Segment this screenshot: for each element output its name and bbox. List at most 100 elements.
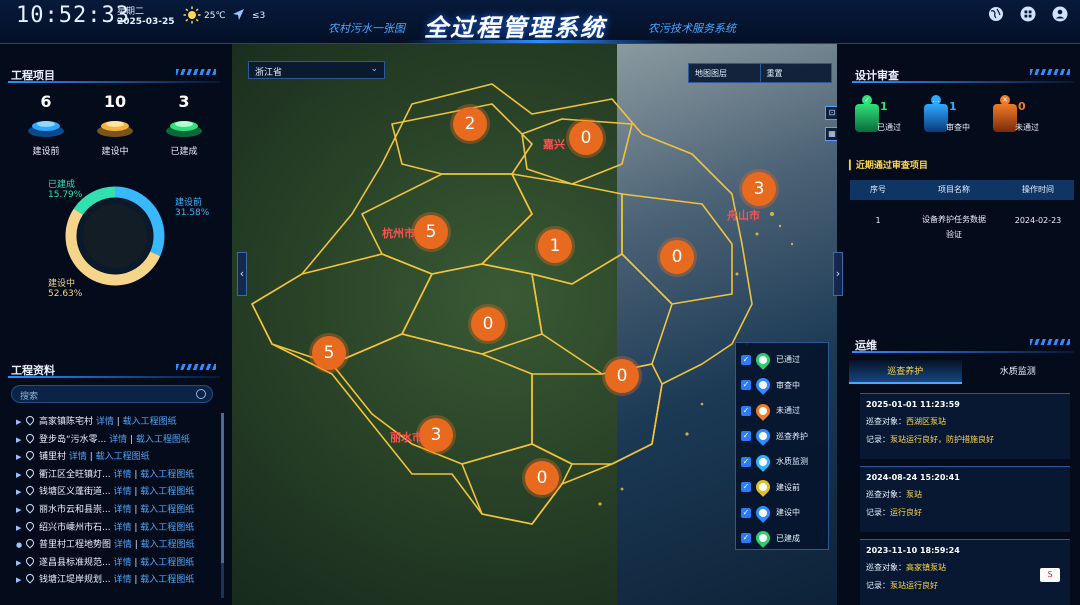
load-drawing-link[interactable]: 载入工程图纸 xyxy=(123,417,177,427)
zoom-extent-icon[interactable]: ⊡ xyxy=(825,106,837,120)
detail-link[interactable]: 详情 xyxy=(69,452,87,462)
om-record-card[interactable]: 2025-01-01 11:23:59 巡查对象：西湖区泵站 记录：泵站运行良好，防… xyxy=(860,393,1070,459)
grid-icon[interactable] xyxy=(1020,6,1036,22)
map-cluster-marker[interactable]: 0 xyxy=(471,307,505,341)
location-pin-icon xyxy=(24,519,36,532)
detail-link[interactable]: 详情 xyxy=(113,523,131,533)
legend-item-passed[interactable]: ✓ 已通过 xyxy=(741,347,823,373)
map-cluster-marker[interactable]: 0 xyxy=(605,359,639,393)
legend-item-water-quality[interactable]: ✓ 水质监测 xyxy=(741,449,823,475)
file-list-item[interactable]: ▶ 丽水市云和县崇... 详情 | 载入工程图纸 xyxy=(16,502,216,518)
load-drawing-link[interactable]: 载入工程图纸 xyxy=(136,435,190,445)
collapse-right-panel-button[interactable]: › xyxy=(833,252,843,296)
donut-label-completed: 已建成 15.79% xyxy=(48,180,82,200)
checkbox-checked-icon[interactable]: ✓ xyxy=(741,456,751,467)
checkbox-checked-icon[interactable]: ✓ xyxy=(741,405,751,416)
file-list-item[interactable]: ▶ 登步岛“污水零... 详情 | 载入工程图纸 xyxy=(16,431,216,448)
tab-water-quality[interactable]: 水质监测 xyxy=(962,360,1075,384)
tab-inspection[interactable]: 巡查养护 xyxy=(849,360,962,384)
record-object-row: 巡查对象：高家镇泵站 xyxy=(866,562,1064,573)
reset-button[interactable]: 重置 xyxy=(761,64,832,82)
caret-right-icon[interactable]: ▶ xyxy=(16,524,26,532)
map-cluster-marker[interactable]: 3 xyxy=(742,172,776,206)
map-cluster-marker[interactable]: 0 xyxy=(660,240,694,274)
detail-link[interactable]: 详情 xyxy=(113,505,131,515)
load-drawing-link[interactable]: 载入工程图纸 xyxy=(140,470,194,480)
stat-pre-construction-label: 建设前 xyxy=(32,147,60,157)
file-list-item[interactable]: ▶ 高家镇陈宅村 详情 | 载入工程图纸 xyxy=(16,414,216,430)
load-drawing-link[interactable]: 载入工程图纸 xyxy=(96,452,150,462)
caret-right-icon[interactable]: ▶ xyxy=(16,559,26,567)
detail-link[interactable]: 详情 xyxy=(113,487,131,497)
qrcode-icon[interactable]: ▦ xyxy=(825,127,837,141)
column-header: 项目名称 xyxy=(938,185,970,194)
collapse-left-panel-button[interactable]: ‹ xyxy=(237,252,247,296)
map-cluster-marker[interactable]: 0 xyxy=(525,461,559,495)
legend-item-rejected[interactable]: ✓ 未通过 xyxy=(741,398,823,424)
file-list-item[interactable]: ● 普里村工程地势图 详情 | 载入工程图纸 xyxy=(16,537,216,553)
caret-right-icon[interactable]: ▶ xyxy=(16,418,26,426)
load-drawing-link[interactable]: 载入工程图纸 xyxy=(140,505,194,515)
legend-item-completed[interactable]: ✓ 已建成 xyxy=(741,526,823,552)
map-cluster-marker[interactable]: 5 xyxy=(414,215,448,249)
legend-item-reviewing[interactable]: ✓ 审查中 xyxy=(741,373,823,399)
detail-link[interactable]: 详情 xyxy=(109,435,127,445)
search-input[interactable]: 搜索 xyxy=(11,385,213,403)
map-cluster-marker[interactable]: 5 xyxy=(312,336,346,370)
cell-no: 1 xyxy=(875,216,881,225)
checkbox-checked-icon[interactable]: ✓ xyxy=(741,533,751,544)
load-drawing-link[interactable]: 载入工程图纸 xyxy=(141,540,195,550)
checkbox-checked-icon[interactable]: ✓ xyxy=(741,431,751,442)
app-badge-icon[interactable]: S xyxy=(1040,568,1060,582)
city-label: 杭州市 xyxy=(382,227,415,240)
caret-right-icon[interactable]: ▶ xyxy=(16,471,26,479)
file-list-item[interactable]: ▶ 绍兴市嵊州市石... 详情 | 载入工程图纸 xyxy=(16,519,216,536)
load-drawing-link[interactable]: 载入工程图纸 xyxy=(140,558,194,568)
detail-link[interactable]: 详情 xyxy=(113,470,131,480)
load-drawing-link[interactable]: 载入工程图纸 xyxy=(140,575,194,585)
load-drawing-link[interactable]: 载入工程图纸 xyxy=(140,523,194,533)
file-list-item[interactable]: ▶ 钱塘江堤岸规划... 详情 | 载入工程图纸 xyxy=(16,572,216,588)
load-drawing-link[interactable]: 载入工程图纸 xyxy=(140,487,194,497)
checkbox-checked-icon[interactable]: ✓ xyxy=(741,507,751,518)
map-cluster-marker[interactable]: 1 xyxy=(538,229,572,263)
file-list-item[interactable]: ▶ 遂昌县标准规范... 详情 | 载入工程图纸 xyxy=(16,555,216,571)
map-cluster-marker[interactable]: 3 xyxy=(419,418,453,452)
search-icon[interactable] xyxy=(196,389,206,399)
map-cluster-marker[interactable]: 2 xyxy=(453,107,487,141)
detail-link[interactable]: 详情 xyxy=(113,558,131,568)
map-view[interactable]: 浙江省 ⌄ 地图图层 重置 ⊡ ▦ 2 0 3 5 1 0 0 5 0 3 0 … xyxy=(232,44,837,605)
scrollbar[interactable] xyxy=(221,413,224,598)
legend-item-inspection[interactable]: ✓ 巡查养护 xyxy=(741,424,823,450)
scrollbar-thumb[interactable] xyxy=(221,413,224,563)
layer-select[interactable]: 地图图层 xyxy=(689,64,760,82)
file-item-name: 绍兴市嵊州市石... xyxy=(39,522,111,533)
checkbox-checked-icon[interactable]: ✓ xyxy=(741,380,751,391)
file-list-item[interactable]: ▶ 铺里村 详情 | 载入工程图纸 xyxy=(16,449,216,465)
map-cluster-marker[interactable]: 0 xyxy=(569,121,603,155)
checkbox-checked-icon[interactable]: ✓ xyxy=(741,354,751,365)
detail-link[interactable]: 详情 xyxy=(113,575,131,585)
map-pin-icon xyxy=(753,426,773,447)
user-icon[interactable] xyxy=(1052,6,1068,22)
legend-item-pre-construction[interactable]: ✓ 建设前 xyxy=(741,475,823,501)
om-record-card[interactable]: 2023-11-10 18:59:24 巡查对象：高家镇泵站 记录：泵站运行良好 xyxy=(860,539,1070,605)
province-select[interactable]: 浙江省 ⌄ xyxy=(248,61,385,79)
record-object-row: 巡查对象：西湖区泵站 xyxy=(866,416,1064,427)
caret-right-icon[interactable]: ▶ xyxy=(16,436,26,444)
caret-right-icon[interactable]: ▶ xyxy=(16,506,26,514)
table-row[interactable]: 1 设备养护任务数据 验证 2024-02-23 xyxy=(850,206,1074,239)
om-record-card[interactable]: 2024-08-24 15:20:41 巡查对象：泵站 记录：运行良好 xyxy=(860,466,1070,532)
file-list-item[interactable]: ▶ 钱塘区义蓬街道... 详情 | 载入工程图纸 xyxy=(16,484,216,500)
detail-link[interactable]: 详情 xyxy=(114,540,132,550)
record-note-row: 记录：泵站运行良好 xyxy=(866,580,1064,591)
checkbox-checked-icon[interactable]: ✓ xyxy=(741,482,751,493)
orange-pedestal-icon xyxy=(97,121,133,137)
globe-icon[interactable] xyxy=(988,6,1004,22)
file-item-name: 普里村工程地势图 xyxy=(39,540,112,551)
file-list-item[interactable]: ▶ 衢江区全旺镇灯... 详情 | 载入工程图纸 xyxy=(16,467,216,483)
detail-link[interactable]: 详情 xyxy=(96,417,114,427)
legend-item-under-construction[interactable]: ✓ 建设中 xyxy=(741,500,823,526)
header-bar: 10:52:33 星期二 2025-03-25 25℃ ≤3 农村污水一张图 全… xyxy=(0,0,1080,44)
title-underline xyxy=(852,81,1074,83)
